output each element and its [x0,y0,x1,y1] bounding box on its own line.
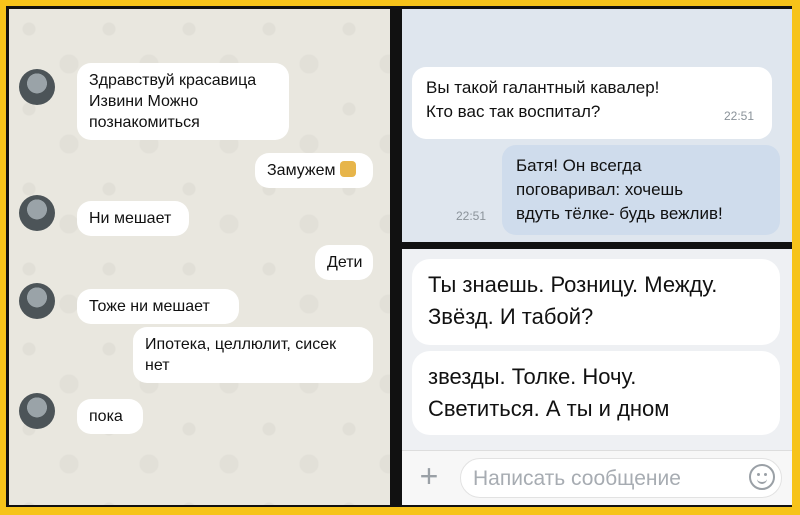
message-out: Батя! Он всегда поговаривал: хочешь вдут… [502,145,780,235]
plus-icon[interactable]: + [414,460,444,492]
message-out: Ипотека, целлюлит, сисек нет [133,327,373,383]
message-in: Ты знаешь. Розницу. Между. Звёзд. И табо… [412,259,780,345]
message-time: 22:51 [724,109,755,123]
message-out: Дети [315,245,373,280]
avatar [19,195,55,231]
message-input[interactable]: Написать сообщение [460,458,782,498]
message-in: Ни мешает [77,201,189,236]
avatar [19,69,55,105]
chat-panel-bottom-right: Ты знаешь. Розницу. Между. Звёзд. И табо… [402,249,792,505]
message-in: Вы такой галантный кавалер! Кто вас так … [412,67,772,139]
avatar [19,393,55,429]
message-in: Здравствуй красавица Извини Можно познак… [77,63,289,140]
message-text: Вы такой галантный кавалер! Кто вас так … [426,78,660,121]
message-in: Тоже ни мешает [77,289,239,324]
chat-panel-top-right: Вы такой галантный кавалер! Кто вас так … [402,9,792,242]
chat-panel-left: Здравствуй красавица Извини Можно познак… [9,9,390,505]
message-text: Замужем [267,162,336,179]
message-time: 22:51 [456,209,487,223]
avatar [19,283,55,319]
message-in: звезды. Толке. Ночу. Светиться. А ты и д… [412,351,780,435]
message-composer: + Написать сообщение [402,450,792,505]
message-out: Замужем [255,153,373,188]
smile-icon[interactable] [749,464,775,490]
message-in: пока [77,399,143,434]
message-placeholder: Написать сообщение [473,467,681,490]
cat-emoji-icon [339,161,356,177]
